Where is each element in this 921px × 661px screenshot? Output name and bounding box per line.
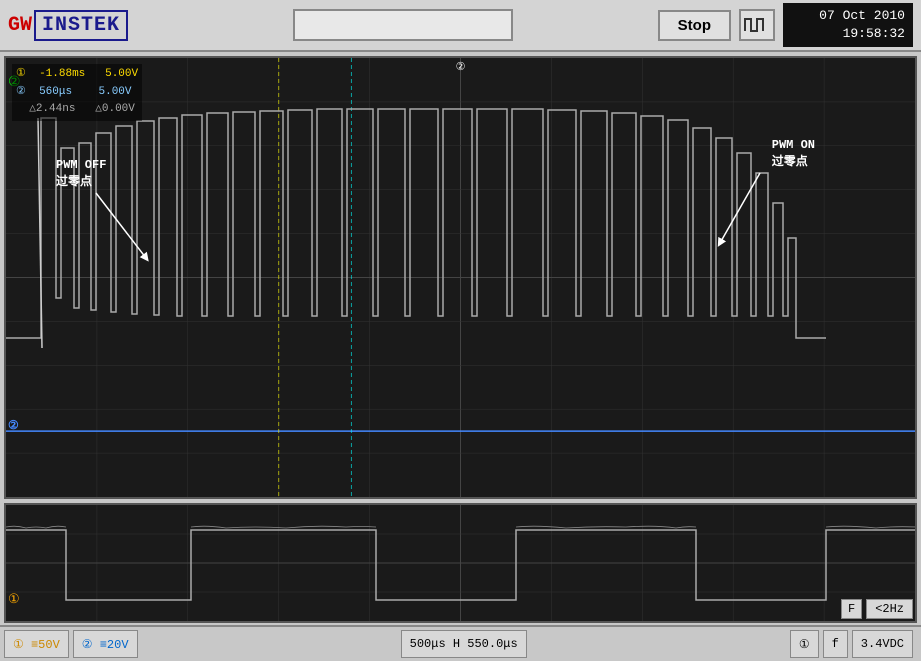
f-indicator: F	[841, 599, 862, 619]
status-bar: ① ≡50V ② ≡20V 500μs H 550.0μs ① f 3.4VDC	[0, 625, 921, 661]
vdc-display: 3.4VDC	[852, 630, 913, 658]
pwm-off-arrow	[66, 188, 186, 268]
ch2-scale: ② ≡20V	[73, 630, 138, 658]
ch2-info: ② 560μs 5.00V	[16, 84, 138, 102]
freq-indicator: f	[823, 630, 848, 658]
stop-button[interactable]: Stop	[658, 10, 731, 41]
pwm-on-label: PWM ON 过零点	[772, 138, 815, 169]
scope-main: ② ① -1.88ms 5.00V ② 560μs 5.00V △2.44ns	[0, 52, 921, 625]
trigger-input-box	[293, 9, 513, 41]
ch2-trigger-marker: ②	[6, 418, 19, 433]
trigger-area	[148, 9, 658, 41]
scope-grid: ②	[6, 58, 915, 497]
logo: GW INSTEK	[8, 10, 128, 41]
center-marker: ②	[456, 60, 466, 74]
logo-instek: INSTEK	[34, 10, 128, 41]
ch1-right-indicator: ①	[790, 630, 819, 658]
pwm-on-arrow	[700, 168, 820, 258]
ch1-info: ① -1.88ms 5.00V	[16, 66, 138, 84]
mode-icon	[739, 9, 775, 41]
timebase-display: 500μs H 550.0μs	[401, 630, 527, 658]
upper-scope-screen: ② ① -1.88ms 5.00V ② 560μs 5.00V △2.44ns	[4, 56, 917, 499]
channel-info: ① -1.88ms 5.00V ② 560μs 5.00V △2.44ns △0…	[12, 64, 142, 121]
pwm-off-label: PWM OFF 过零点	[56, 158, 106, 189]
logo-gw: GW	[8, 14, 32, 37]
top-bar: GW INSTEK Stop 07 Oct 2010 19:58:32	[0, 0, 921, 52]
freq-display: <2Hz	[866, 599, 913, 619]
lower-scope-screen: ①	[4, 503, 917, 623]
delta-info: △2.44ns △0.00V	[16, 101, 138, 119]
lower-waveform-svg: ①	[6, 505, 915, 621]
trigger-level-area: F <2Hz	[841, 599, 913, 619]
datetime-display: 07 Oct 2010 19:58:32	[783, 3, 913, 47]
ch1-scale: ① ≡50V	[4, 630, 69, 658]
svg-text:①: ①	[8, 592, 20, 607]
